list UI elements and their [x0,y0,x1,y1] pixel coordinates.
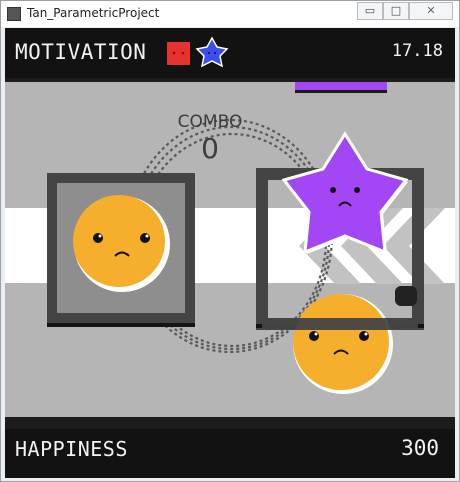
app-window: Tan_ParametricProject ▭ □ ✕ MOTIVATION 1… [0,0,460,482]
happiness-score: 300 [401,436,439,460]
hud-icons [167,36,229,68]
orange-circle-right [293,294,393,394]
happiness-label: HAPPINESS [15,437,128,461]
hud-top-shadow [5,78,455,82]
red-square-icon [167,42,190,65]
app-icon [7,7,21,21]
combo-value: 0 [201,132,219,165]
combo-label: COMBO [177,112,243,132]
close-button[interactable]: ✕ [409,2,453,20]
game-scene [5,37,455,394]
right-box-bottom-edge [262,318,418,330]
title-bar[interactable]: Tan_ParametricProject ▭ □ ✕ [1,1,459,27]
minimize-button[interactable]: ▭ [357,2,383,20]
blue-star-icon [195,36,229,68]
maximize-button[interactable]: □ [383,2,409,20]
game-canvas[interactable]: MOTIVATION 17.18 HAPPINESS 300 COMBO 0 [5,28,455,478]
window-title: Tan_ParametricProject [27,6,160,20]
hud-bottom-shadow [5,417,455,429]
